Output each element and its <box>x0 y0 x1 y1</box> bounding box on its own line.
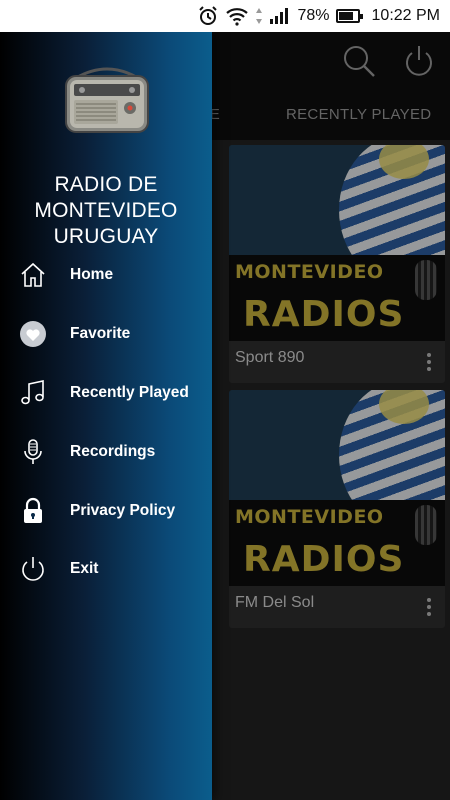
power-icon <box>18 554 48 584</box>
heart-icon <box>18 319 48 349</box>
home-icon <box>18 260 48 290</box>
menu-label: Recently Played <box>70 384 189 401</box>
radio-logo-icon <box>62 56 152 136</box>
signal-icon <box>269 7 291 25</box>
menu-item-recordings[interactable]: Recordings <box>0 427 212 477</box>
navigation-drawer: RADIO DE MONTEVIDEO URUGUAY Home Favorit… <box>0 32 212 800</box>
lock-icon <box>18 496 48 526</box>
screen: 78% 10:22 PM video E RECENTLY PLAYED MON… <box>0 0 450 800</box>
app-name-line: RADIO DE <box>54 173 158 196</box>
battery-percent: 78% <box>297 7 330 24</box>
menu-item-recently-played[interactable]: Recently Played <box>0 368 212 418</box>
music-note-icon <box>18 378 48 408</box>
menu-item-favorite[interactable]: Favorite <box>0 309 212 359</box>
menu-label: Recordings <box>70 443 156 460</box>
drawer-app-name: RADIO DE MONTEVIDEO URUGUAY <box>0 172 212 250</box>
drawer-scrim[interactable] <box>212 32 450 800</box>
menu-label: Exit <box>70 560 99 577</box>
data-arrows-icon <box>255 7 263 25</box>
battery-icon <box>335 9 363 23</box>
menu-item-home[interactable]: Home <box>0 250 212 300</box>
app-name-line: MONTEVIDEO <box>34 199 178 222</box>
microphone-icon <box>18 437 48 467</box>
menu-label: Favorite <box>70 325 131 342</box>
menu-item-privacy-policy[interactable]: Privacy Policy <box>0 486 212 536</box>
status-bar: 78% 10:22 PM <box>0 0 450 32</box>
menu-label: Privacy Policy <box>70 502 176 519</box>
menu-label: Home <box>70 266 114 283</box>
clock: 10:22 PM <box>371 7 440 24</box>
alarm-icon <box>197 5 219 27</box>
menu-item-exit[interactable]: Exit <box>0 544 212 594</box>
app-name-line: URUGUAY <box>53 225 159 248</box>
wifi-icon <box>225 6 249 26</box>
